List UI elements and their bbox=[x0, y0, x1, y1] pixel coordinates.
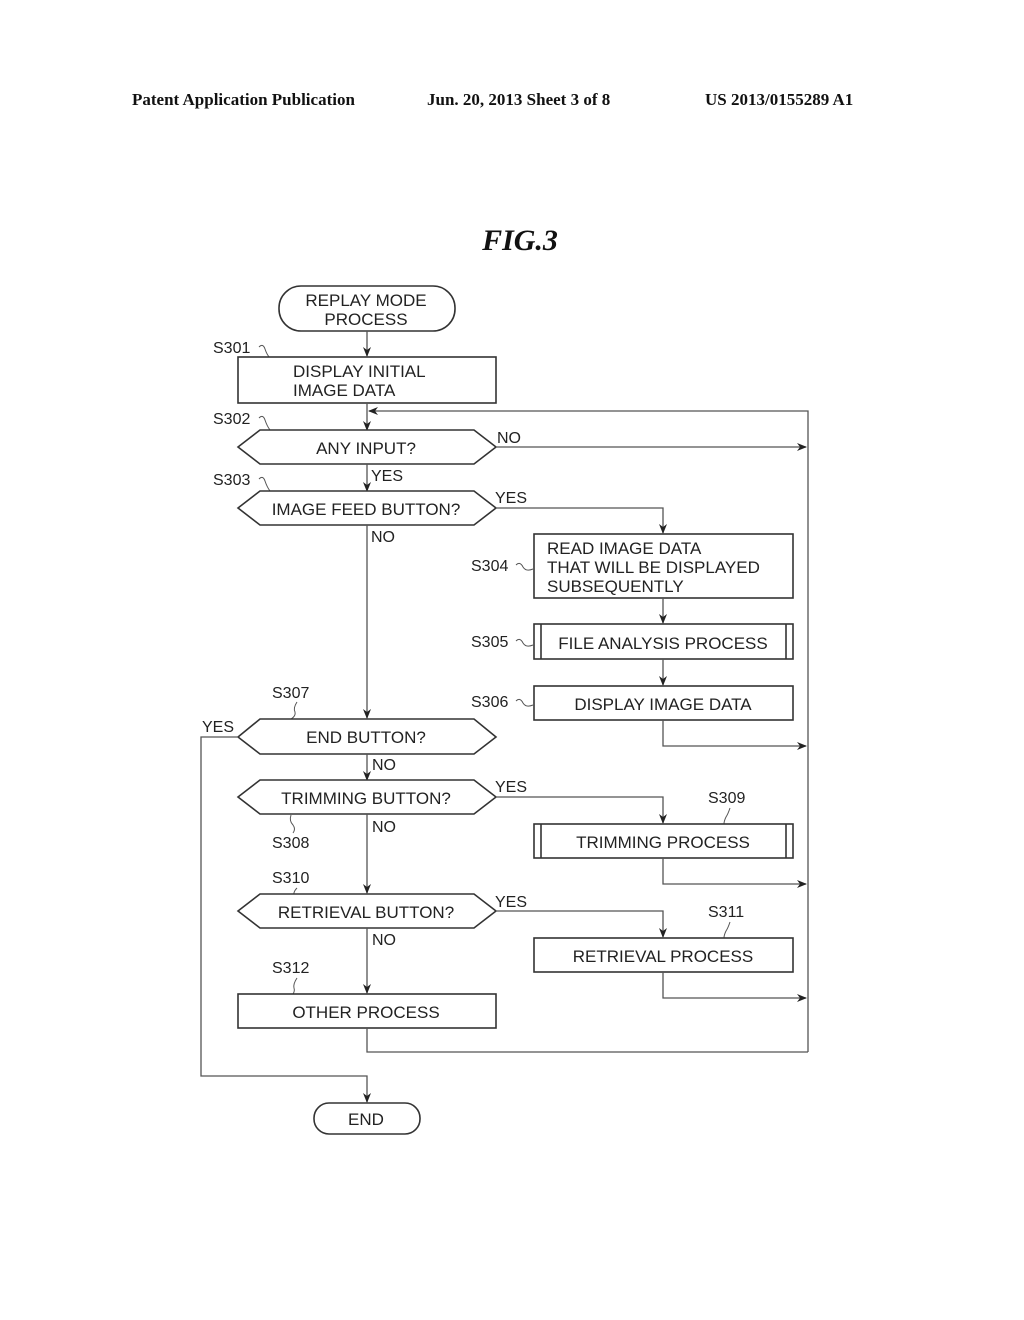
leader-s307 bbox=[290, 701, 298, 720]
s310-question: RETRIEVAL BUTTON? bbox=[278, 903, 454, 922]
leader-s305 bbox=[515, 638, 534, 647]
leader-s309 bbox=[723, 807, 731, 825]
s301-line2: IMAGE DATA bbox=[293, 381, 396, 400]
s306-label: DISPLAY IMAGE DATA bbox=[574, 695, 752, 714]
step-s305-subroutine: S305 FILE ANALYSIS PROCESS bbox=[471, 623, 794, 660]
step-id-s309: S309 bbox=[708, 790, 745, 807]
decision-s302: S302 ANY INPUT? bbox=[213, 411, 498, 465]
decision-s303: S303 IMAGE FEED BUTTON? bbox=[213, 472, 498, 526]
s312-label: OTHER PROCESS bbox=[292, 1003, 439, 1022]
s309-label: TRIMMING PROCESS bbox=[576, 833, 750, 852]
connector-s312-loop bbox=[366, 1028, 808, 1053]
leader-s301 bbox=[258, 344, 271, 359]
connector-s309-loop bbox=[662, 858, 807, 888]
leader-s302 bbox=[258, 415, 271, 431]
connector-s306-loop bbox=[662, 720, 807, 750]
leader-s304 bbox=[515, 562, 534, 571]
s310-no-label: NO bbox=[372, 932, 396, 949]
s303-question: IMAGE FEED BUTTON? bbox=[272, 500, 461, 519]
connector-s310-yes bbox=[496, 910, 667, 938]
end-label: END bbox=[348, 1110, 384, 1129]
flowchart: REPLAY MODE PROCESS S301 DISPLAY INITIAL… bbox=[200, 285, 809, 1135]
step-id-s304: S304 bbox=[471, 558, 508, 575]
step-id-s307: S307 bbox=[272, 685, 309, 702]
start-label-line1: REPLAY MODE bbox=[305, 291, 426, 310]
s302-no-label: NO bbox=[497, 430, 521, 447]
leader-s303 bbox=[258, 476, 271, 492]
leader-s312 bbox=[292, 977, 298, 995]
end-terminal: END bbox=[313, 1102, 421, 1135]
s308-yes-label: YES bbox=[495, 779, 527, 796]
s303-yes-label: YES bbox=[495, 490, 527, 507]
step-id-s310: S310 bbox=[272, 870, 309, 887]
leader-s311 bbox=[723, 921, 731, 939]
s308-no-label: NO bbox=[372, 819, 396, 836]
s303-no-label: NO bbox=[371, 529, 395, 546]
step-id-s312: S312 bbox=[272, 960, 309, 977]
step-id-s303: S303 bbox=[213, 472, 250, 489]
s301-line1: DISPLAY INITIAL bbox=[293, 362, 426, 381]
leader-s306 bbox=[515, 698, 534, 707]
s302-question: ANY INPUT? bbox=[316, 439, 416, 458]
s307-no-label: NO bbox=[372, 757, 396, 774]
s302-yes-label: YES bbox=[371, 468, 403, 485]
s304-line2: THAT WILL BE DISPLAYED bbox=[547, 558, 760, 577]
start-label-line2: PROCESS bbox=[324, 310, 407, 329]
connector-s303-yes bbox=[496, 507, 667, 534]
step-id-s302: S302 bbox=[213, 411, 250, 428]
s304-line1: READ IMAGE DATA bbox=[547, 539, 702, 558]
step-s304-box: S304 READ IMAGE DATA THAT WILL BE DISPLA… bbox=[471, 533, 794, 599]
connector-s311-loop bbox=[662, 972, 807, 1002]
s304-line3: SUBSEQUENTLY bbox=[547, 577, 684, 596]
s308-question: TRIMMING BUTTON? bbox=[281, 789, 451, 808]
s307-question: END BUTTON? bbox=[306, 728, 426, 747]
step-id-s308: S308 bbox=[272, 835, 309, 852]
s310-yes-label: YES bbox=[495, 894, 527, 911]
step-id-s305: S305 bbox=[471, 634, 508, 651]
s305-label: FILE ANALYSIS PROCESS bbox=[558, 634, 767, 653]
start-terminal: REPLAY MODE PROCESS bbox=[278, 285, 456, 332]
step-id-s306: S306 bbox=[471, 694, 508, 711]
step-id-s301: S301 bbox=[213, 340, 250, 357]
leader-s308 bbox=[289, 814, 295, 834]
s307-yes-label: YES bbox=[202, 719, 234, 736]
step-s301-box: S301 DISPLAY INITIAL IMAGE DATA bbox=[213, 340, 497, 404]
s311-label: RETRIEVAL PROCESS bbox=[573, 947, 753, 966]
connector-s308-yes bbox=[496, 796, 667, 824]
step-id-s311: S311 bbox=[708, 904, 744, 921]
step-s306-box: S306 DISPLAY IMAGE DATA bbox=[471, 685, 794, 721]
